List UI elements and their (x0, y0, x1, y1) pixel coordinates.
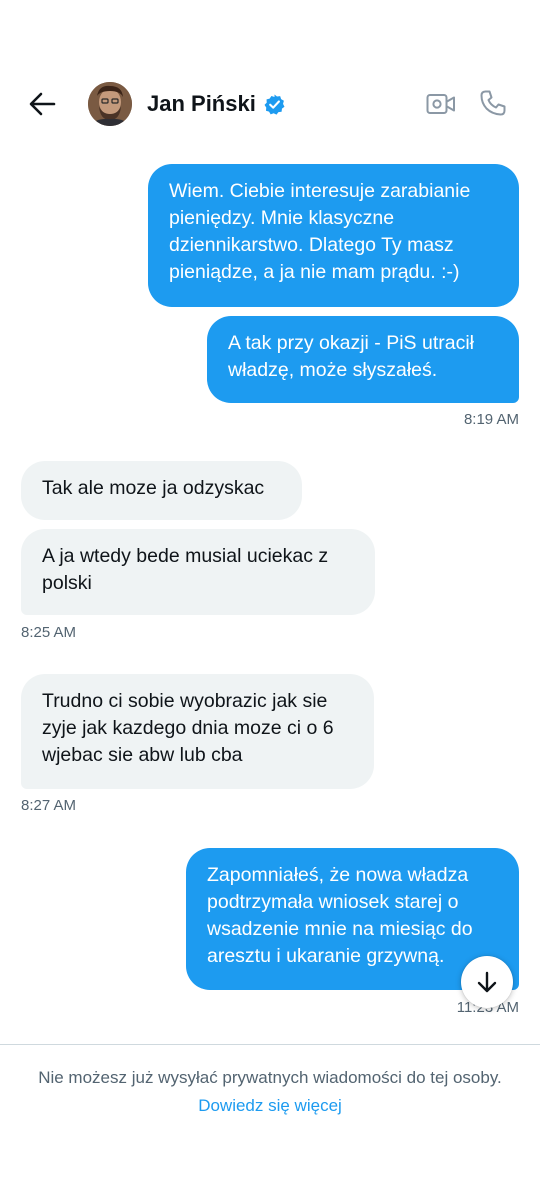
message-timestamp: 8:27 AM (21, 797, 77, 814)
message-text: Tak ale moze ja odzyskac (42, 477, 265, 499)
message-text: A ja wtedy bede musial uciekac z polski (42, 545, 329, 594)
dm-disabled-notice: Nie możesz już wysyłać prywatnych wiadom… (30, 1064, 510, 1120)
message-bubble-incoming[interactable]: Tak ale moze ja odzyskac (21, 461, 302, 520)
message-text: Trudno ci sobie wyobrazic jak sie zyje j… (42, 690, 334, 766)
message-bubble-incoming[interactable]: A ja wtedy bede musial uciekac z polski (21, 529, 375, 615)
message-text: A tak przy okazji - PiS utracił władzę, … (228, 332, 474, 381)
phone-icon (480, 90, 506, 116)
message-text: Zapomniałeś, że nowa władza podtrzymała … (207, 864, 473, 967)
notice-text: Nie możesz już wysyłać prywatnych wiadom… (38, 1068, 502, 1087)
verified-badge-icon (264, 94, 285, 115)
scroll-to-bottom-button[interactable] (461, 956, 513, 1008)
learn-more-link[interactable]: Dowiedz się więcej (198, 1096, 342, 1115)
conversation-header: Jan Piński (0, 0, 540, 150)
video-camera-icon (426, 94, 455, 114)
message-timestamp: 8:25 AM (21, 624, 77, 641)
message-timestamp: 8:19 AM (463, 411, 519, 428)
message-bubble-outgoing[interactable]: Wiem. Ciebie interesuje zarabianie pieni… (148, 164, 519, 307)
voice-call-button[interactable] (477, 87, 509, 119)
arrow-down-icon (477, 971, 497, 993)
message-text: Wiem. Ciebie interesuje zarabianie pieni… (169, 180, 471, 283)
avatar-image (88, 82, 132, 126)
message-bubble-incoming[interactable]: Trudno ci sobie wyobrazic jak sie zyje j… (21, 674, 374, 789)
contact-name[interactable]: Jan Piński (147, 89, 256, 119)
arrow-left-icon (29, 92, 56, 116)
avatar[interactable] (88, 82, 132, 126)
back-button[interactable] (26, 88, 58, 120)
footer-divider (0, 1044, 540, 1045)
message-bubble-outgoing[interactable]: A tak przy okazji - PiS utracił władzę, … (207, 316, 519, 403)
video-call-button[interactable] (424, 89, 458, 119)
